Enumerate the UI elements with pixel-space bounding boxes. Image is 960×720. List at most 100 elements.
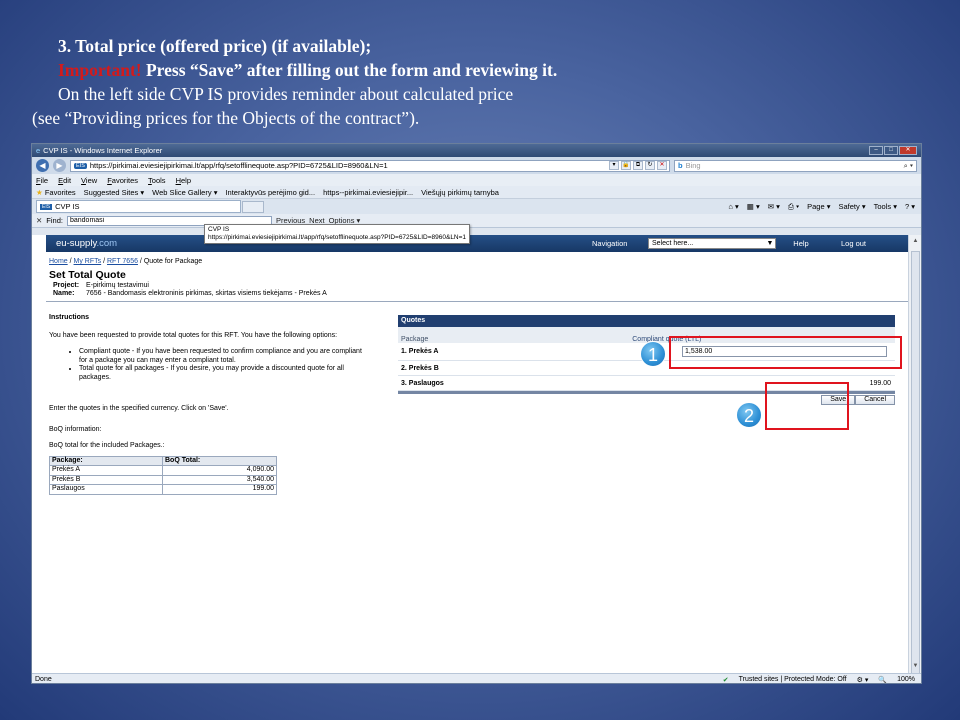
favorites-label: Favorites bbox=[44, 187, 76, 197]
maximize-button[interactable]: □ bbox=[884, 146, 898, 155]
breadcrumb: Home / My RFTs / RFT 7656 / Quote for Pa… bbox=[49, 258, 203, 265]
find-bar: ✕ Find: Previous Next Options ▾ bbox=[32, 214, 921, 228]
print-icon[interactable]: ⎙ ▾ bbox=[788, 202, 799, 212]
star-icon: ★ bbox=[36, 187, 43, 197]
menu-tools[interactable]: Tools bbox=[148, 176, 166, 185]
mail-icon[interactable]: ✉ ▾ bbox=[768, 202, 780, 212]
table-row: Paslaugos 199.00 bbox=[49, 484, 277, 495]
navigation-label: Navigation bbox=[592, 239, 628, 248]
currency-note: Enter the quotes in the specified curren… bbox=[49, 405, 229, 412]
quote-value: 199.00 bbox=[869, 379, 891, 387]
menu-view[interactable]: View bbox=[81, 176, 97, 185]
fav-item-1[interactable]: Suggested Sites ▾ bbox=[84, 188, 144, 197]
find-label: Find: bbox=[46, 216, 63, 225]
boq-total: 3,540.00 bbox=[162, 474, 277, 485]
boq-header-package: Package: bbox=[49, 455, 163, 466]
page-content: eu-supply.com Navigation Select here... … bbox=[32, 235, 910, 673]
cmd-safety[interactable]: Safety ▾ bbox=[838, 202, 865, 212]
help-icon[interactable]: ? ▾ bbox=[905, 202, 915, 212]
status-bar: Done ✔ Trusted sites | Protected Mode: O… bbox=[32, 673, 921, 684]
table-row: Prekės A 4,090.00 bbox=[49, 465, 277, 476]
cmd-page[interactable]: Page ▾ bbox=[807, 202, 830, 212]
zoom-level[interactable]: 100% bbox=[897, 676, 915, 683]
cmd-tools[interactable]: Tools ▾ bbox=[874, 202, 897, 212]
quote-package-name: 3. Paslaugos bbox=[401, 379, 444, 387]
option-compliant: Compliant quote - If you have been reque… bbox=[79, 348, 371, 365]
highlight-quote-input bbox=[669, 336, 902, 369]
home-icon[interactable]: ⌂ ▾ bbox=[728, 202, 738, 212]
scrollbar[interactable]: ▲ ▼ bbox=[908, 235, 921, 683]
scroll-thumb[interactable] bbox=[911, 251, 920, 683]
option-total: Total quote for all packages - If you de… bbox=[79, 365, 371, 382]
cancel-button[interactable]: Cancel bbox=[855, 395, 895, 405]
menu-file[interactable]: File bbox=[36, 176, 48, 185]
scroll-down-icon[interactable]: ▼ bbox=[911, 662, 920, 671]
address-bar[interactable]: EIS https://pirkimai.eviesiejipirkimai.l… bbox=[70, 159, 670, 172]
tab-site-icon: EIS bbox=[40, 203, 53, 210]
favorites-button[interactable]: ★ Favorites bbox=[36, 188, 76, 197]
address-row: ◀ ▶ EIS https://pirkimai.eviesiejipirkim… bbox=[32, 157, 921, 174]
slide-line-2-rest: Press “Save” after filling out the form … bbox=[141, 60, 558, 80]
boq-table: Package: BoQ Total: Prekės A 4,090.00 Pr… bbox=[49, 455, 277, 495]
protected-mode-icon[interactable]: ⚙ ▾ bbox=[857, 676, 869, 684]
menu-favorites[interactable]: Favorites bbox=[107, 176, 138, 185]
menu-bar: File Edit View Favorites Tools Help bbox=[32, 174, 921, 186]
site-header: eu-supply.com Navigation Select here... … bbox=[46, 235, 910, 252]
site-icon: EIS bbox=[74, 162, 87, 169]
lock-icon[interactable]: 🔒 bbox=[621, 161, 631, 170]
page-title: Set Total Quote bbox=[49, 269, 126, 281]
status-text: Done bbox=[35, 676, 52, 683]
tab-row: EIS CVP IS ⌂ ▾ ▦ ▾ ✉ ▾ ⎙ ▾ Page ▾ Safety… bbox=[32, 199, 921, 214]
new-tab-button[interactable] bbox=[242, 200, 264, 213]
logout-link[interactable]: Log out bbox=[826, 239, 881, 248]
stop-icon[interactable]: ✕ bbox=[657, 161, 667, 170]
breadcrumb-rft[interactable]: RFT 7656 bbox=[107, 258, 138, 265]
fav-item-5[interactable]: Viešųjų pirkimų tarnyba bbox=[421, 188, 499, 197]
boq-total-note: BoQ total for the included Packages.: bbox=[49, 442, 165, 449]
breadcrumb-my-rfts[interactable]: My RFTs bbox=[74, 258, 102, 265]
back-button[interactable]: ◀ bbox=[36, 159, 49, 172]
chevron-down-icon: ▼ bbox=[766, 240, 774, 247]
menu-edit[interactable]: Edit bbox=[58, 176, 71, 185]
refresh-icon[interactable]: ↻ bbox=[645, 161, 655, 170]
fav-item-2[interactable]: Web Slice Gallery ▾ bbox=[152, 188, 217, 197]
scroll-up-icon[interactable]: ▲ bbox=[911, 237, 920, 246]
search-placeholder: Bing bbox=[685, 161, 701, 170]
table-row: Prekės B 3,540.00 bbox=[49, 474, 277, 485]
window-title: CVP IS - Windows Internet Explorer bbox=[43, 146, 163, 155]
slide-line-4: (see “Providing prices for the Objects o… bbox=[32, 108, 420, 128]
instructions-panel: Instructions You have been requested to … bbox=[49, 314, 371, 495]
fav-item-3[interactable]: Interaktyvūs perėjimo gid... bbox=[225, 188, 315, 197]
name-value: 7656 - Bandomasis elektroninis pirkimas,… bbox=[85, 289, 327, 297]
breadcrumb-home[interactable]: Home bbox=[49, 258, 68, 265]
feeds-icon[interactable]: ▦ ▾ bbox=[747, 202, 760, 212]
quote-package-name: 2. Prekės B bbox=[401, 364, 439, 372]
instructions-intro: You have been requested to provide total… bbox=[49, 331, 338, 339]
boq-package: Prekės B bbox=[49, 474, 163, 485]
navigation-select[interactable]: Select here... ▼ bbox=[648, 238, 776, 249]
close-button[interactable]: ✕ bbox=[899, 146, 917, 155]
boq-package: Prekės A bbox=[49, 465, 163, 476]
menu-help[interactable]: Help bbox=[176, 176, 191, 185]
help-link[interactable]: Help bbox=[776, 239, 826, 248]
zoom-icon[interactable]: 🔍 bbox=[878, 676, 887, 684]
slide-instructions: 3. Total price (offered price) (if avail… bbox=[32, 34, 557, 130]
callout-1: 1 bbox=[640, 341, 666, 367]
bing-icon: b bbox=[678, 161, 683, 170]
status-zone: Trusted sites | Protected Mode: Off bbox=[738, 676, 847, 683]
compat-icon[interactable]: ⧉ bbox=[633, 161, 643, 170]
search-icon[interactable]: ⌕ ▾ bbox=[904, 161, 913, 171]
dropdown-icon[interactable]: ▾ bbox=[609, 161, 619, 170]
forward-button[interactable]: ▶ bbox=[53, 159, 66, 172]
quotes-title: Quotes bbox=[398, 315, 895, 327]
address-url: https://pirkimai.eviesiejipirkimai.lt/ap… bbox=[89, 161, 388, 170]
tab-cvp-is[interactable]: EIS CVP IS bbox=[36, 200, 241, 213]
window-titlebar: e CVP IS - Windows Internet Explorer – □… bbox=[32, 144, 921, 157]
boq-total: 4,090.00 bbox=[162, 465, 277, 476]
minimize-button[interactable]: – bbox=[869, 146, 883, 155]
boq-info: BoQ information: bbox=[49, 425, 102, 433]
close-find-icon[interactable]: ✕ bbox=[36, 216, 42, 225]
fav-item-4[interactable]: https--pirkimai.eviesiejipir... bbox=[323, 188, 413, 197]
search-box[interactable]: b Bing ⌕ ▾ bbox=[674, 159, 917, 172]
slide-line-2: Important! Press “Save” after filling ou… bbox=[58, 58, 557, 82]
